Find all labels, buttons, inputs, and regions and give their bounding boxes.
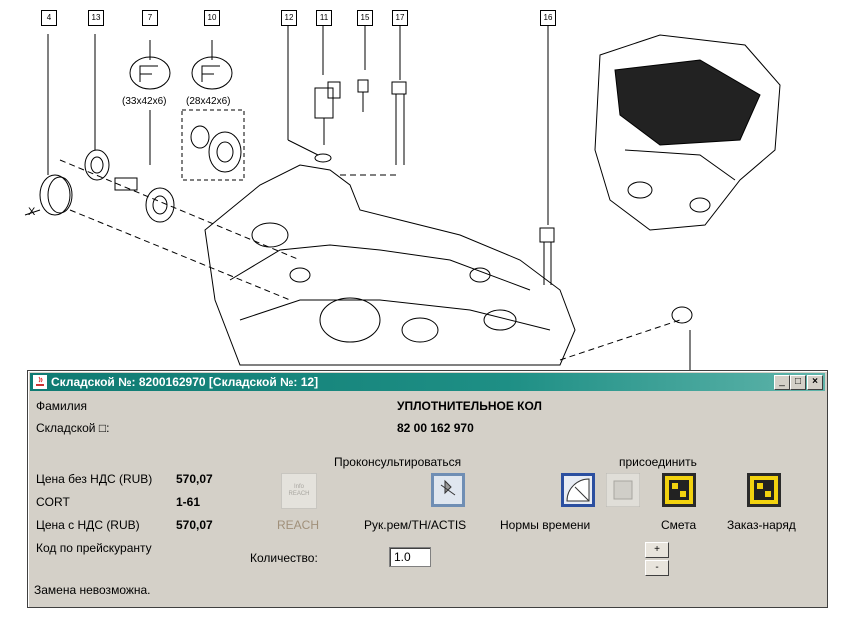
java-app-icon (33, 375, 47, 389)
callout-12: 12 (281, 10, 297, 26)
callout-4: 4 (41, 10, 57, 26)
callout-10: 10 (204, 10, 220, 26)
cort-value: 1-61 (176, 495, 201, 509)
callout-13: 13 (88, 10, 104, 26)
decrement-button[interactable]: - (645, 560, 669, 576)
status-text: Замена невозможна. (34, 583, 151, 597)
callout-16: 16 (540, 10, 556, 26)
increment-button[interactable]: + (645, 542, 669, 558)
labor-time-label: Нормы времени (500, 518, 591, 532)
reach-label: REACH (277, 518, 320, 532)
reach-icon-text: Info REACH (288, 484, 310, 497)
quantity-input[interactable]: 1.0 (389, 547, 431, 567)
estimate-label: Смета (661, 518, 697, 532)
minimize-button[interactable]: _ (774, 375, 790, 390)
quantity-label: Количество: (250, 551, 318, 565)
estimate-icon[interactable] (662, 473, 696, 507)
callout-11: 11 (316, 10, 332, 26)
price-excl-value: 570,07 (176, 472, 213, 486)
price-incl-label: Цена с НДС (RUB) (36, 518, 140, 532)
attach-icon[interactable] (606, 473, 640, 507)
stock-value: 82 00 162 970 (397, 421, 474, 435)
name-value: УПЛОТНИТЕЛЬНОЕ КОЛ (397, 399, 542, 413)
callout-15: 15 (357, 10, 373, 26)
callout-17: 17 (392, 10, 408, 26)
price-excl-label: Цена без НДС (RUB) (36, 472, 153, 486)
attach-label: присоединить (619, 455, 697, 469)
part-info-dialog: Складской №: 8200162970 [Складской №: 12… (27, 370, 828, 608)
labor-time-icon[interactable] (561, 473, 595, 507)
cort-label: CORT (36, 495, 70, 509)
repair-manual-icon[interactable] (431, 473, 465, 507)
reach-icon[interactable]: Info REACH (281, 473, 317, 509)
name-label: Фамилия (36, 399, 87, 413)
maximize-button[interactable]: □ (790, 375, 806, 390)
seal-size-label: (28x42x6) (186, 96, 231, 107)
pricelist-code-label: Код по прейскуранту (36, 541, 152, 555)
window-title: Складской №: 8200162970 [Складской №: 12… (51, 375, 319, 389)
close-button[interactable]: × (807, 375, 823, 390)
work-order-icon[interactable] (747, 473, 781, 507)
consult-label: Проконсультироваться (334, 455, 462, 469)
title-bar[interactable]: Складской №: 8200162970 [Складской №: 12… (30, 373, 825, 391)
seal-size-label: (33x42x6) (122, 96, 167, 107)
work-order-label: Заказ-наряд (727, 518, 796, 532)
view-label: X (28, 206, 36, 218)
stock-label: Складской □: (36, 421, 110, 435)
manual-label: Рук.рем/TH/ACTIS (364, 518, 467, 532)
price-incl-value: 570,07 (176, 518, 213, 532)
callout-7: 7 (142, 10, 158, 26)
